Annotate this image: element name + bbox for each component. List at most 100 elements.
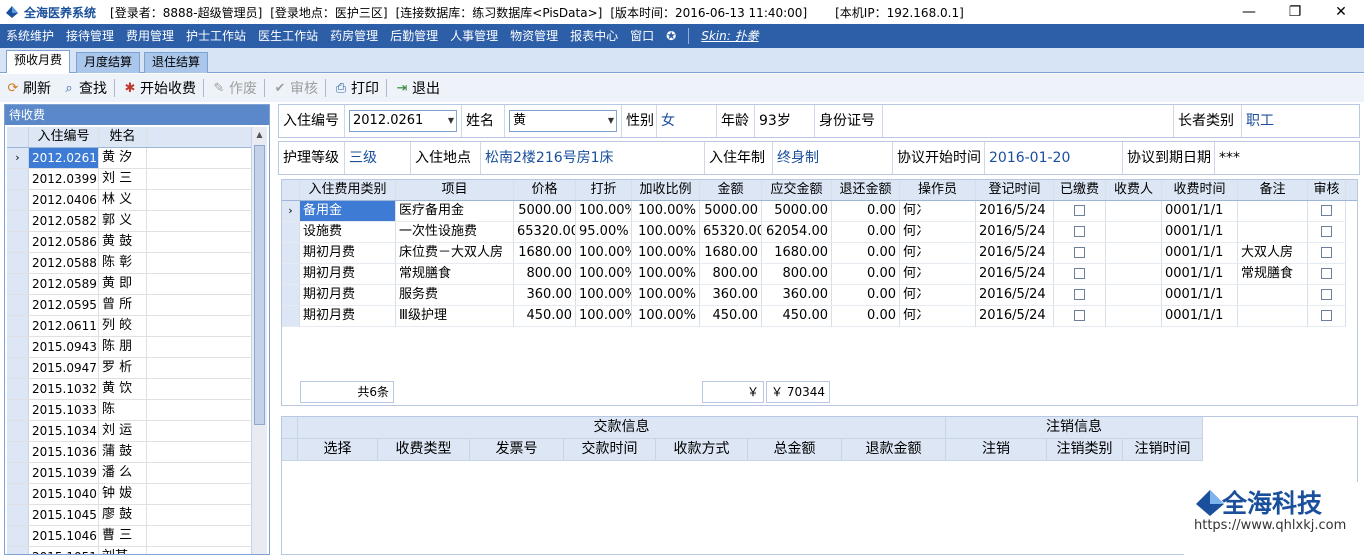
menu-materials[interactable]: 物资管理 bbox=[504, 24, 564, 48]
audit-checkbox[interactable] bbox=[1321, 205, 1332, 216]
col-pay-time[interactable]: 交款时间 bbox=[564, 439, 656, 461]
admit-no-cell[interactable]: 2015.1033 bbox=[29, 400, 99, 420]
discount-cell[interactable]: 100.00% bbox=[576, 243, 632, 264]
pending-list-item[interactable]: 2012.0399 刘 三 bbox=[7, 169, 251, 190]
operator-cell[interactable]: 何冫 bbox=[900, 201, 976, 222]
paid-checkbox[interactable] bbox=[1074, 310, 1085, 321]
audit-cell[interactable] bbox=[1308, 264, 1346, 285]
menu-fees[interactable]: 费用管理 bbox=[120, 24, 180, 48]
item-cell[interactable]: 床位费－大双人房 bbox=[396, 243, 514, 264]
paid-checkbox[interactable] bbox=[1074, 247, 1085, 258]
due-cell[interactable]: 800.00 bbox=[762, 264, 832, 285]
audit-checkbox[interactable] bbox=[1321, 310, 1332, 321]
admit-no-cell[interactable]: 2015.1045 bbox=[29, 505, 99, 525]
paid-cell[interactable] bbox=[1054, 306, 1106, 327]
menu-logistics[interactable]: 后勤管理 bbox=[384, 24, 444, 48]
reg-date-cell[interactable]: 2016/5/24 bbox=[976, 201, 1054, 222]
fee-row[interactable]: 期初月费 常规膳食 800.00 100.00% 100.00% 800.00 800.00… bbox=[282, 264, 1357, 285]
col-cancel-type[interactable]: 注销类别 bbox=[1047, 439, 1123, 461]
admit-no-cell[interactable]: 2015.1034 bbox=[29, 421, 99, 441]
fee-type-cell[interactable]: 设施费 bbox=[300, 222, 396, 243]
audit-button[interactable]: ✔ 审核 bbox=[267, 75, 323, 101]
pending-list-item[interactable]: 2012.0586 黄 鼓 bbox=[7, 232, 251, 253]
dropdown-arrow-icon[interactable]: ▼ bbox=[448, 111, 454, 131]
amount-cell[interactable]: 360.00 bbox=[700, 285, 762, 306]
fee-type-cell[interactable]: 期初月费 bbox=[300, 285, 396, 306]
fee-row[interactable]: › 备用金 医疗备用金 5000.00 100.00% 100.00% 5000.00 500… bbox=[282, 201, 1357, 222]
amount-cell[interactable]: 5000.00 bbox=[700, 201, 762, 222]
refresh-button[interactable]: ⟳ 刷新 bbox=[0, 75, 56, 101]
name-cell[interactable]: 刘 三 bbox=[99, 169, 147, 189]
fee-type-cell[interactable]: 期初月费 bbox=[300, 264, 396, 285]
void-button[interactable]: ✎ 作废 bbox=[206, 75, 262, 101]
restore-icon[interactable]: ❐ bbox=[1272, 0, 1318, 24]
col-invoice-no[interactable]: 发票号 bbox=[470, 439, 564, 461]
menu-reports[interactable]: 报表中心 bbox=[564, 24, 624, 48]
surcharge-cell[interactable]: 100.00% bbox=[632, 264, 700, 285]
name-cell[interactable]: 蒲 鼓 bbox=[99, 442, 147, 462]
refund-cell[interactable]: 0.00 bbox=[832, 264, 900, 285]
admit-no-cell[interactable]: 2012.0595 bbox=[29, 295, 99, 315]
pending-list-item[interactable]: 2015.0943 陈 朋 bbox=[7, 337, 251, 358]
price-cell[interactable]: 360.00 bbox=[514, 285, 576, 306]
admit-no-cell[interactable]: 2015.0943 bbox=[29, 337, 99, 357]
admit-no-cell[interactable]: 2012.0586 bbox=[29, 232, 99, 252]
col-select[interactable]: 选择 bbox=[298, 439, 378, 461]
audit-checkbox[interactable] bbox=[1321, 247, 1332, 258]
audit-checkbox[interactable] bbox=[1321, 289, 1332, 300]
discount-cell[interactable]: 95.00% bbox=[576, 222, 632, 243]
note-cell[interactable] bbox=[1238, 285, 1308, 306]
discount-cell[interactable]: 100.00% bbox=[576, 201, 632, 222]
admit-no-cell[interactable]: 2012.0588 bbox=[29, 253, 99, 273]
operator-cell[interactable]: 何冫 bbox=[900, 243, 976, 264]
operator-cell[interactable]: 何冫 bbox=[900, 222, 976, 243]
audit-checkbox[interactable] bbox=[1321, 268, 1332, 279]
paid-cell[interactable] bbox=[1054, 201, 1106, 222]
menu-pharmacy[interactable]: 药房管理 bbox=[324, 24, 384, 48]
pay-time-cell[interactable]: 0001/1/1 bbox=[1162, 201, 1238, 222]
name-cell[interactable]: 黄 即 bbox=[99, 274, 147, 294]
fee-type-cell[interactable]: 期初月费 bbox=[300, 306, 396, 327]
col-refund[interactable]: 退款金额 bbox=[842, 439, 946, 461]
item-cell[interactable]: 常规膳食 bbox=[396, 264, 514, 285]
fee-type-cell[interactable]: 备用金 bbox=[300, 201, 396, 222]
name-cell[interactable]: 陈 彰 bbox=[99, 253, 147, 273]
paid-cell[interactable] bbox=[1054, 264, 1106, 285]
col-due-header[interactable]: 应交金额 bbox=[762, 180, 832, 200]
col-price-header[interactable]: 价格 bbox=[514, 180, 576, 200]
payee-cell[interactable] bbox=[1106, 201, 1162, 222]
name-cell[interactable]: 廖 鼓 bbox=[99, 505, 147, 525]
note-cell[interactable]: 大双人房 bbox=[1238, 243, 1308, 264]
name-cell[interactable]: 钟 妭 bbox=[99, 484, 147, 504]
close-icon[interactable]: ✕ bbox=[1318, 0, 1364, 24]
menu-system[interactable]: 系统维护 bbox=[0, 24, 60, 48]
pay-time-cell[interactable]: 0001/1/1 bbox=[1162, 243, 1238, 264]
paid-cell[interactable] bbox=[1054, 243, 1106, 264]
admit-no-cell[interactable]: 2015.1046 bbox=[29, 526, 99, 546]
admit-no-cell[interactable]: 2015.1036 bbox=[29, 442, 99, 462]
operator-cell[interactable]: 何冫 bbox=[900, 285, 976, 306]
admit-no-cell[interactable]: 2015.1040 bbox=[29, 484, 99, 504]
name-cell[interactable]: 曾 所 bbox=[99, 295, 147, 315]
name-combo[interactable]: 黄 ▼ bbox=[509, 110, 617, 132]
col-cancel[interactable]: 注销 bbox=[946, 439, 1047, 461]
col-admit-no-header[interactable]: 入住编号 bbox=[29, 127, 99, 147]
name-cell[interactable]: 黄 汐 bbox=[99, 148, 147, 168]
skin-selector[interactable]: Skin: 扑豢 bbox=[695, 24, 764, 48]
discount-cell[interactable]: 100.00% bbox=[576, 285, 632, 306]
surcharge-cell[interactable]: 100.00% bbox=[632, 201, 700, 222]
col-paid-header[interactable]: 已缴费 bbox=[1054, 180, 1106, 200]
menu-reception[interactable]: 接待管理 bbox=[60, 24, 120, 48]
reg-date-cell[interactable]: 2016/5/24 bbox=[976, 285, 1054, 306]
amount-cell[interactable]: 450.00 bbox=[700, 306, 762, 327]
payee-cell[interactable] bbox=[1106, 222, 1162, 243]
note-cell[interactable]: 常规膳食 bbox=[1238, 264, 1308, 285]
fee-row[interactable]: 期初月费 Ⅲ级护理 450.00 100.00% 100.00% 450.00 450.00… bbox=[282, 306, 1357, 327]
fee-row[interactable]: 设施费 一次性设施费 65320.00 95.00% 100.00% 65320.00 62… bbox=[282, 222, 1357, 243]
name-cell[interactable]: 列 皎 bbox=[99, 316, 147, 336]
item-cell[interactable]: 医疗备用金 bbox=[396, 201, 514, 222]
audit-cell[interactable] bbox=[1308, 306, 1346, 327]
item-cell[interactable]: 服务费 bbox=[396, 285, 514, 306]
minimize-icon[interactable]: — bbox=[1226, 0, 1272, 24]
reg-date-cell[interactable]: 2016/5/24 bbox=[976, 264, 1054, 285]
